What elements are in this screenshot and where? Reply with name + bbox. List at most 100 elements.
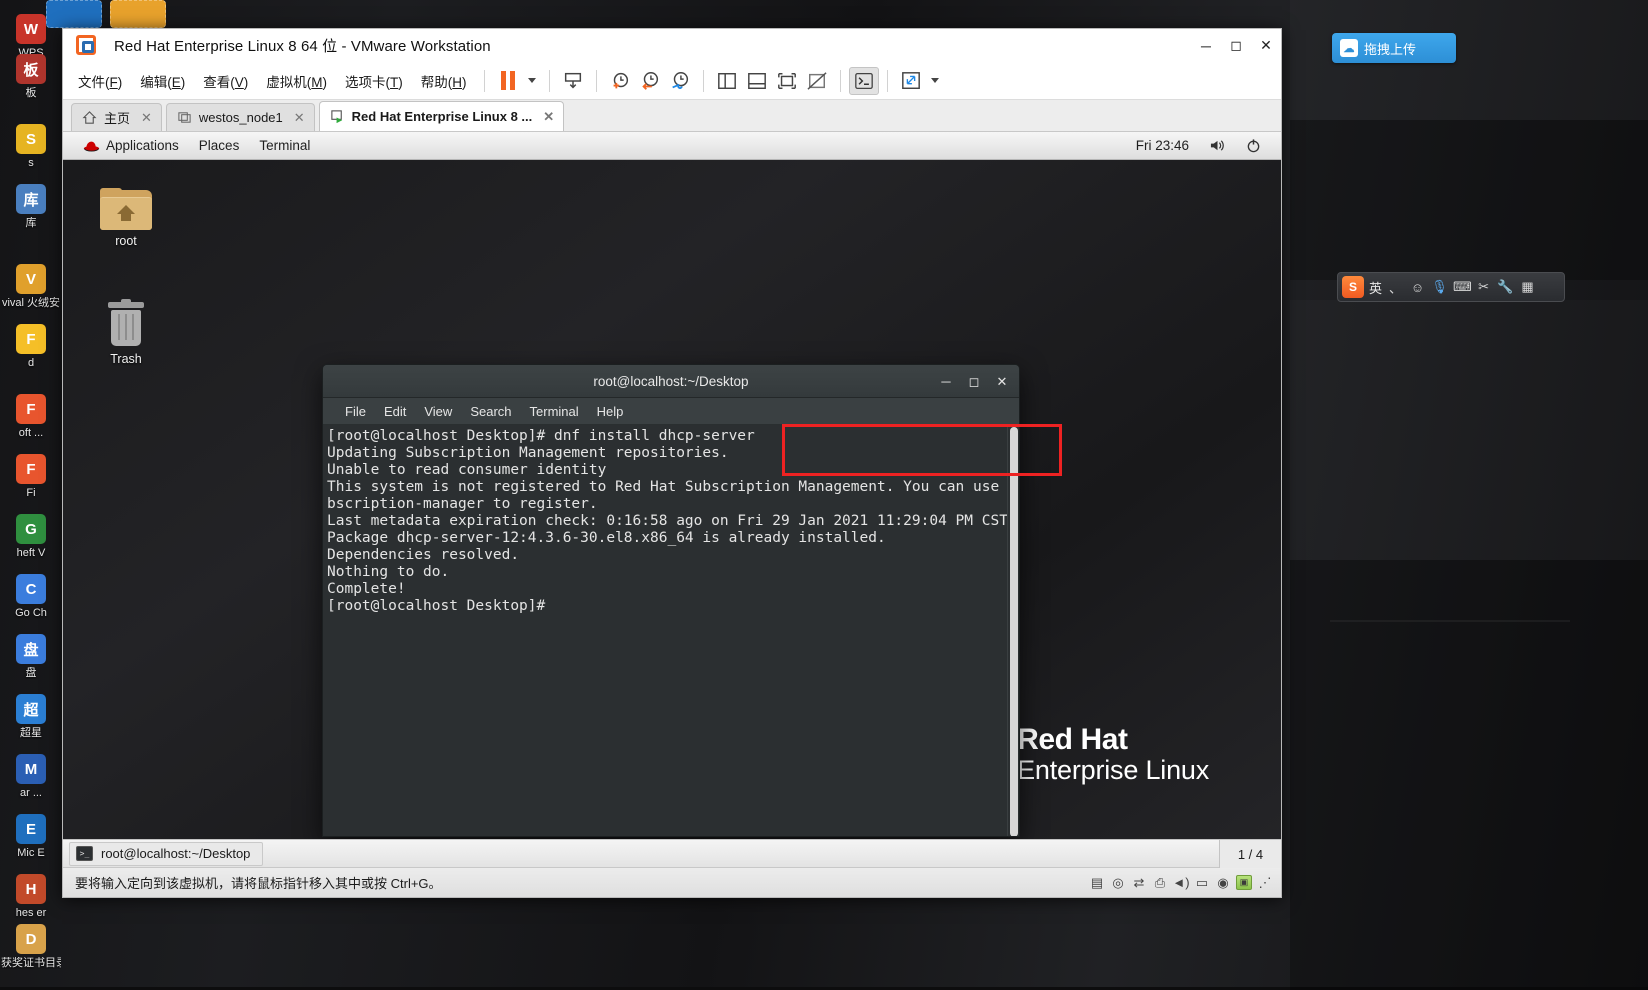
workspace-page-indicator[interactable]: 1 / 4 [1219,840,1281,868]
gnome-clock[interactable]: Fri 23:46 [1126,138,1199,153]
rhel-desktop[interactable]: root Trash [63,160,1281,839]
toolbar-separator [887,70,888,92]
gnome-places-menu[interactable]: Places [189,138,250,153]
gnome-applications-menu[interactable]: Applications [73,138,189,153]
hide-preview-button[interactable] [802,67,832,95]
desktop-icon-label: Fi [1,487,61,499]
terminal-menu-edit[interactable]: Edit [377,402,413,421]
fullscreen-dropdown-button[interactable] [926,67,944,95]
desktop-icon-root[interactable]: root [83,188,169,248]
usb-status-icon[interactable]: ▭ [1194,875,1210,890]
fullscreen-button[interactable] [896,67,926,95]
show-thumbnail-button[interactable] [742,67,772,95]
menu-vm[interactable]: 虚拟机(M) [257,67,336,95]
cd-status-icon[interactable]: ◎ [1110,875,1126,890]
ime-menu-icon[interactable]: ▦ [1519,279,1536,295]
tab-close-icon[interactable]: ✕ [543,109,554,125]
terminal-output-area[interactable]: [root@localhost Desktop]# dnf install dh… [323,425,1019,836]
brand-line-1: Red Hat [1017,724,1209,756]
printer-status-icon[interactable]: ⎙ [1152,875,1168,890]
tab-close-icon[interactable]: ✕ [141,110,152,126]
desktop-icon[interactable]: 库库 [0,178,62,248]
window-controls: ─ ◻ ✕ [1191,29,1281,62]
power-dropdown-button[interactable] [523,67,541,95]
snapshot-revert-button[interactable] [635,67,665,95]
terminal-title: root@localhost:~/Desktop [323,374,1019,389]
sogou-ime-toolbar[interactable]: S 英 、 ☺ 🎙 ⌨ ✂ 🔧 ▦ [1337,272,1565,302]
resize-grip-icon[interactable]: ⋰ [1257,875,1273,890]
terminal-menu-search[interactable]: Search [463,402,518,421]
terminal-menu-file[interactable]: File [338,402,373,421]
terminal-title-bar[interactable]: root@localhost:~/Desktop ─ ◻ ✕ [323,365,1019,398]
drag-upload-label: 拖拽上传 [1364,39,1416,58]
ime-voice-icon[interactable]: 🎙 [1431,279,1448,295]
network-status-icon[interactable]: ⇄ [1131,875,1147,890]
suspend-pause-button[interactable] [493,67,523,95]
desktop-icon-glyph: 超 [16,694,46,724]
menu-edit[interactable]: 编辑(E) [131,67,194,95]
gnome-terminal-window[interactable]: root@localhost:~/Desktop ─ ◻ ✕ File Edit… [322,364,1020,837]
hdd-status-icon[interactable]: ▤ [1089,875,1105,890]
folder-home-icon [100,188,152,230]
menu-help[interactable]: 帮助(H) [412,67,476,95]
vm-guest-screen[interactable]: Applications Places Terminal Fri 23:46 [63,132,1281,839]
ime-clip-icon[interactable]: ✂ [1475,279,1492,295]
vmware-title-bar: Red Hat Enterprise Linux 8 64 位 - VMware… [63,29,1281,62]
show-console-button[interactable] [772,67,802,95]
menu-view[interactable]: 查看(V) [194,67,257,95]
desktop-icon-partial[interactable] [110,0,166,28]
snapshot-take-button[interactable] [558,67,588,95]
maximize-button[interactable]: ◻ [1221,29,1251,62]
gnome-power-button[interactable] [1236,138,1271,153]
toolbar-separator [703,70,704,92]
desktop-icon-label: Go Ch [1,607,61,619]
ime-toolbox-icon[interactable]: 🔧 [1497,279,1514,295]
gnome-volume-button[interactable] [1199,138,1236,153]
taskbar-window-button[interactable]: >_ root@localhost:~/Desktop [69,842,263,866]
terminal-close-button[interactable]: ✕ [989,370,1015,394]
terminal-menu-view[interactable]: View [417,402,459,421]
tab-home[interactable]: 主页 ✕ [71,103,162,131]
snapshot-manager-button[interactable] [665,67,695,95]
desktop-icon-label: 板 [1,87,61,99]
ime-emoji-icon[interactable]: ☺ [1409,280,1426,295]
bg-line [1330,620,1570,622]
close-button[interactable]: ✕ [1251,29,1281,62]
guest-taskbar: >_ root@localhost:~/Desktop 1 / 4 [63,839,1281,867]
gnome-terminal-label: Terminal [259,138,310,153]
snapshot-add-button[interactable] [605,67,635,95]
show-library-button[interactable] [712,67,742,95]
scrollbar-thumb[interactable] [1010,427,1018,836]
desktop-icon-trash[interactable]: Trash [83,302,169,366]
desktop-icon-label: 获奖证书目录 [1,957,61,969]
desktop-icon[interactable]: 板板 [0,48,62,118]
terminal-menu-terminal[interactable]: Terminal [523,402,586,421]
desktop-icon-partial[interactable] [46,0,102,28]
desktop-icon[interactable]: D获奖证书目录 [0,918,62,988]
vmware-menu-toolbar: 文件(F) 编辑(E) 查看(V) 虚拟机(M) 选项卡(T) 帮助(H) [63,62,1281,100]
tab-rhel8[interactable]: Red Hat Enterprise Linux 8 ... ✕ [319,101,565,131]
ime-keyboard-icon[interactable]: ⌨ [1453,279,1470,295]
clock-wrench-icon [669,70,691,92]
unity-console-button[interactable] [849,67,879,95]
desktop-icon-glyph: V [16,264,46,294]
message-status-icon[interactable]: ▣ [1236,875,1252,890]
menu-tabs[interactable]: 选项卡(T) [336,67,412,95]
minimize-button[interactable]: ─ [1191,29,1221,62]
ime-punctuation-icon[interactable]: 、 [1387,278,1404,297]
sound-status-icon[interactable]: ◄) [1173,875,1189,890]
drag-upload-button[interactable]: ☁ 拖拽上传 [1332,33,1456,63]
ime-mode-label[interactable]: 英 [1369,278,1382,297]
menu-file[interactable]: 文件(F) [69,67,131,95]
gnome-terminal-menu[interactable]: Terminal [249,138,320,153]
terminal-scrollbar[interactable] [1007,425,1019,836]
terminal-menu-help[interactable]: Help [590,402,631,421]
tab-westos-node1[interactable]: westos_node1 ✕ [166,103,315,131]
camera-status-icon[interactable]: ◉ [1215,875,1231,890]
tab-close-icon[interactable]: ✕ [294,110,305,126]
terminal-minimize-button[interactable]: ─ [933,370,959,394]
terminal-maximize-button[interactable]: ◻ [961,370,987,394]
desktop-icon-glyph: W [16,14,46,44]
desktop-icon[interactable]: Fd [0,318,62,388]
redhat-wordmark: Red Hat Enterprise Linux [1017,724,1209,784]
